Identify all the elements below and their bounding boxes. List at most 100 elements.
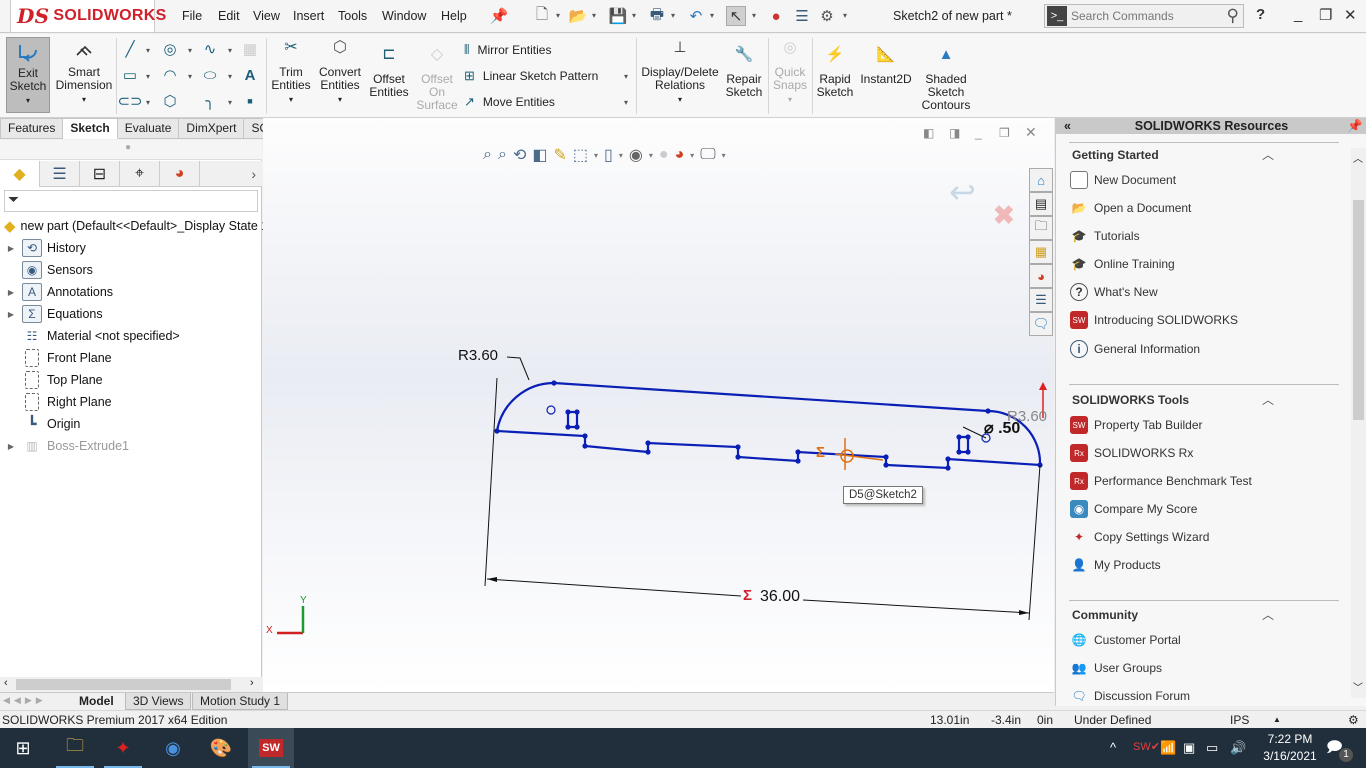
volume-icon[interactable]: 🔊	[1230, 740, 1246, 756]
tree-item-boss-extrude[interactable]: ▶ ▥ Boss-Extrude1	[0, 435, 129, 457]
sketch-vertex[interactable]	[965, 434, 971, 440]
print-icon[interactable]: 🖶	[647, 6, 667, 26]
battery-icon[interactable]: ▭	[1206, 740, 1218, 756]
options-icon[interactable]: ⚙	[817, 6, 837, 26]
tree-item-equations[interactable]: ▶ Σ Equations	[0, 303, 103, 325]
solidworks-taskbar-icon[interactable]: SW	[248, 728, 294, 768]
sketch-rect-left[interactable]	[566, 410, 579, 429]
tree-item-history[interactable]: ▶ ⟲ History	[0, 237, 86, 259]
plane-tool-icon[interactable]: ▦	[240, 40, 260, 58]
more-tabs-chevron-icon[interactable]: ›	[200, 161, 262, 186]
panel-grip[interactable]: ●	[0, 140, 262, 160]
scroll-up-icon[interactable]: ︿	[1353, 150, 1363, 165]
menu-help[interactable]: Help	[441, 9, 467, 23]
tree-item-material[interactable]: ☷ Material <not specified>	[0, 325, 180, 347]
scroll-thumb[interactable]	[16, 679, 231, 690]
resource-online-training[interactable]: 🎓 Online Training	[1070, 254, 1175, 274]
rectangle-caret[interactable]: ▾	[146, 72, 150, 81]
fillet-caret[interactable]: ▾	[228, 98, 232, 107]
sketch-vertex[interactable]	[574, 424, 580, 430]
start-button-icon[interactable]: ⊞	[0, 728, 46, 768]
menu-insert[interactable]: Insert	[293, 9, 324, 23]
sketch-vertex[interactable]	[956, 449, 962, 455]
select-icon[interactable]: ↖	[726, 6, 746, 26]
display-delete-relations-button[interactable]: ⊥ Display/Delete Relations ▾	[640, 40, 720, 106]
tree-item-top-plane[interactable]: Top Plane	[0, 369, 103, 391]
ellipse-caret[interactable]: ▾	[228, 72, 232, 81]
linear-sketch-pattern-button[interactable]: ⊞ Linear Sketch Pattern	[464, 68, 598, 84]
new-caret[interactable]: ▾	[556, 11, 560, 20]
rebuild-icon[interactable]: ●	[766, 6, 786, 26]
restore-button[interactable]: ❐	[1319, 6, 1332, 24]
red-star-app-icon[interactable]: ✦	[100, 728, 146, 768]
file-explorer-tab-icon[interactable]: 🗀	[1029, 216, 1053, 240]
trim-entities-button[interactable]: ✂ Trim Entities ▾	[268, 40, 314, 106]
spline-tool-icon[interactable]: ∿	[200, 40, 220, 58]
save-icon[interactable]: 💾	[608, 6, 628, 26]
tree-root-part[interactable]: ◆ new part (Default<<Default>_Display St…	[4, 215, 268, 237]
tree-item-right-plane[interactable]: Right Plane	[0, 391, 112, 413]
sketch-vertex[interactable]	[645, 440, 651, 446]
minimize-button[interactable]: _	[1294, 6, 1302, 23]
camera-icon[interactable]: ▣	[1183, 740, 1195, 756]
exit-sketch-caret[interactable]: ▾	[26, 96, 30, 105]
slot-caret[interactable]: ▾	[146, 98, 150, 107]
section-solidworks-tools[interactable]: SOLIDWORKS Tools	[1072, 393, 1189, 407]
dimxpert-manager-tab[interactable]: ⌖	[120, 161, 160, 187]
custom-properties-tab-icon[interactable]: ☰	[1029, 288, 1053, 312]
resource-my-products[interactable]: 👤 My Products	[1070, 555, 1161, 575]
search-icon[interactable]: ⚲	[1227, 6, 1239, 26]
resource-open-document[interactable]: 📂 Open a Document	[1070, 198, 1192, 218]
search-commands-input[interactable]: >_ Search Commands ⚲	[1044, 4, 1244, 28]
tree-item-annotations[interactable]: ▶ A Annotations	[0, 281, 113, 303]
undo-icon[interactable]: ↶	[686, 6, 706, 26]
new-document-icon[interactable]: 🗋	[532, 6, 552, 26]
tab-motion-study[interactable]: Motion Study 1	[192, 693, 289, 710]
repair-sketch-button[interactable]: 🔧 Repair Sketch	[722, 47, 766, 99]
tab-navigation-arrows-icon[interactable]: ◀◀▶▶	[3, 695, 47, 706]
exit-sketch-button[interactable]: Exit Sketch ▾	[6, 37, 50, 113]
sketch-vertex[interactable]	[735, 454, 741, 460]
tab-features[interactable]: Features	[0, 118, 64, 139]
tree-item-sensors[interactable]: ◉ Sensors	[0, 259, 93, 281]
resource-user-groups[interactable]: 👥 User Groups	[1070, 658, 1163, 678]
sketch-vertex[interactable]	[883, 454, 889, 460]
resource-copy-settings-wizard[interactable]: ✦ Copy Settings Wizard	[1070, 527, 1209, 547]
instant2d-button[interactable]: 📐 Instant2D	[858, 47, 914, 86]
collapse-getting-started-icon[interactable]: ︿	[1262, 146, 1274, 163]
design-library-tab-icon[interactable]: ▤	[1029, 192, 1053, 216]
property-manager-tab[interactable]: ☰	[40, 161, 80, 187]
tree-item-origin[interactable]: ┗ Origin	[0, 413, 80, 435]
convert-caret[interactable]: ▾	[338, 95, 342, 104]
collapse-community-icon[interactable]: ︿	[1262, 606, 1274, 623]
unit-system-caret[interactable]: ▲	[1273, 715, 1281, 724]
graphics-area[interactable]: ⌕ ⌕ ⟲ ◧ ✎ ⬚ ▾ ▯ ▾ ◉ ▾ ● ◕ ▾ 🖵 ▾ ◧ ◨ _ ❐ ✕ ↩ ✖	[263, 118, 1054, 692]
wifi-icon[interactable]: 📶	[1160, 740, 1176, 756]
clock-time[interactable]: 7:22 PM	[1260, 732, 1320, 746]
configuration-manager-tab[interactable]: ⊟	[80, 161, 120, 187]
smart-dimension-caret[interactable]: ▾	[82, 95, 86, 104]
unit-system[interactable]: IPS	[1230, 713, 1249, 727]
view-palette-tab-icon[interactable]: ▦	[1029, 240, 1053, 264]
home-tab-icon[interactable]: ⌂	[1029, 168, 1053, 192]
sketch-vertex[interactable]	[582, 443, 588, 449]
arc-caret[interactable]: ▾	[188, 72, 192, 81]
sketch-vertex[interactable]	[883, 462, 889, 468]
mirror-entities-button[interactable]: ⫴ Mirror Entities	[464, 42, 551, 58]
offset-on-surface-button[interactable]: ◇ Offset On Surface	[414, 47, 460, 112]
scroll-left-icon[interactable]: ‹	[4, 677, 8, 689]
sketch-vertex[interactable]	[565, 424, 571, 430]
sketch-vertex[interactable]	[574, 409, 580, 415]
slot-tool-icon[interactable]: ⊂⊃	[117, 92, 142, 110]
section-getting-started[interactable]: Getting Started	[1072, 148, 1159, 162]
scroll-thumb[interactable]	[1353, 200, 1364, 420]
sketch-vertex[interactable]	[945, 456, 951, 462]
resource-performance-benchmark[interactable]: Rx Performance Benchmark Test	[1070, 471, 1252, 491]
expand-arrow-icon[interactable]: ▶	[0, 442, 22, 451]
sketch-vertex[interactable]	[551, 380, 557, 386]
file-properties-icon[interactable]: ☰	[792, 6, 812, 26]
arc-tool-icon[interactable]: ◠	[160, 66, 180, 84]
resource-introducing-solidworks[interactable]: SW Introducing SOLIDWORKS	[1070, 310, 1238, 330]
expand-arrow-icon[interactable]: ▶	[0, 288, 22, 297]
resource-compare-my-score[interactable]: ◉ Compare My Score	[1070, 499, 1197, 519]
